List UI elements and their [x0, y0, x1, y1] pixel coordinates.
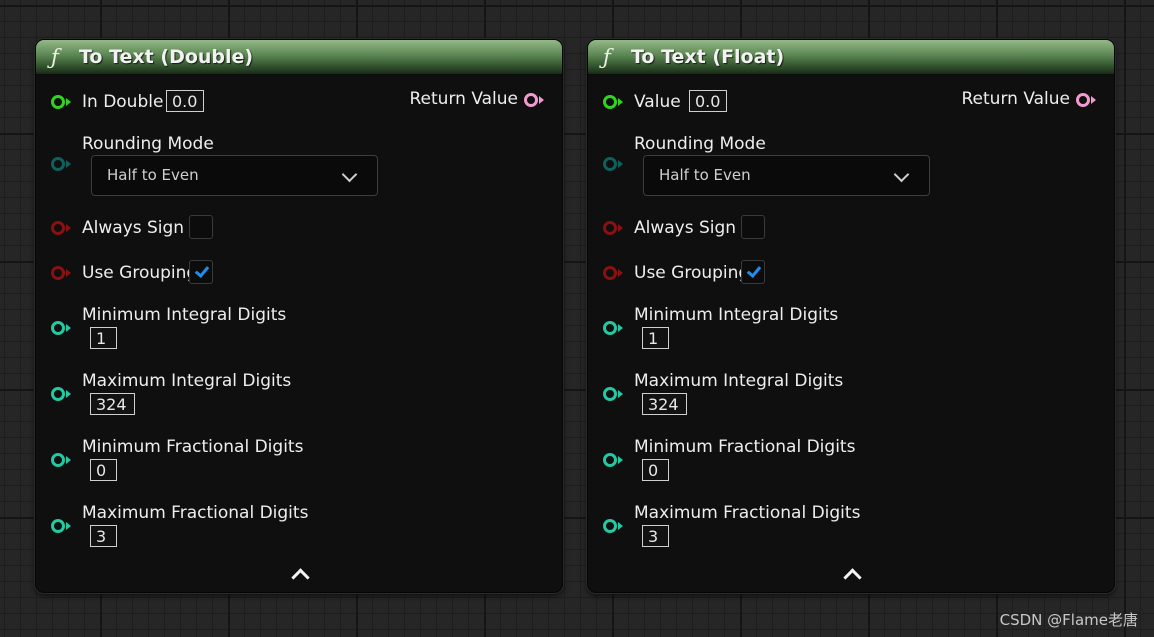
input-pin-use-grouping[interactable]	[51, 265, 71, 281]
output-pin-return-value[interactable]	[1076, 92, 1096, 108]
always-sign-checkbox[interactable]	[741, 215, 765, 239]
min-fractional-digits-field[interactable]: 0	[642, 459, 669, 481]
input-pin-rounding-mode[interactable]	[603, 156, 623, 172]
checkmark-icon	[194, 262, 210, 279]
checkmark-icon	[746, 262, 762, 279]
input-pin-min-fractional-digits[interactable]	[51, 452, 71, 468]
max-integral-digits-label: Maximum Integral Digits	[82, 371, 292, 391]
min-integral-digits-field[interactable]: 1	[642, 327, 669, 349]
max-integral-digits-field[interactable]: 324	[642, 393, 687, 415]
rounding-mode-value: Half to Even	[659, 166, 751, 184]
rounding-mode-dropdown[interactable]: Half to Even	[643, 155, 930, 196]
input-pin-min-integral-digits[interactable]	[603, 320, 623, 336]
value-field[interactable]: 0.0	[689, 90, 727, 112]
chevron-down-icon	[893, 166, 910, 183]
max-integral-digits-label: Maximum Integral Digits	[634, 371, 844, 391]
input-pin-value[interactable]	[603, 94, 623, 110]
input-pin-min-integral-digits[interactable]	[51, 320, 71, 336]
value-label: Value	[634, 92, 681, 112]
function-icon: ƒ	[603, 45, 611, 69]
rounding-mode-label: Rounding Mode	[634, 134, 766, 154]
max-fractional-digits-label: Maximum Fractional Digits	[82, 503, 309, 523]
collapse-advanced-chevron-up-icon[interactable]	[843, 568, 862, 587]
node-header[interactable]: ƒ To Text (Double)	[36, 40, 562, 75]
min-integral-digits-field[interactable]: 1	[90, 327, 117, 349]
collapse-advanced-chevron-up-icon[interactable]	[291, 568, 310, 587]
in-double-label: In Double	[82, 92, 164, 112]
function-icon: ƒ	[51, 45, 59, 69]
return-value-label: Return Value	[961, 89, 1071, 109]
input-pin-max-fractional-digits[interactable]	[603, 518, 623, 534]
use-grouping-checkbox[interactable]	[741, 260, 765, 284]
rounding-mode-label: Rounding Mode	[82, 134, 214, 154]
input-pin-always-sign[interactable]	[51, 220, 71, 236]
use-grouping-checkbox[interactable]	[189, 260, 213, 284]
node-to-text-float[interactable]: ƒ To Text (Float) Value 0.0 Return Value…	[587, 39, 1115, 593]
node-header[interactable]: ƒ To Text (Float)	[588, 40, 1114, 75]
chevron-down-icon	[341, 166, 358, 183]
input-pin-max-fractional-digits[interactable]	[51, 518, 71, 534]
max-fractional-digits-label: Maximum Fractional Digits	[634, 503, 861, 523]
max-fractional-digits-field[interactable]: 3	[90, 525, 117, 547]
node-to-text-double[interactable]: ƒ To Text (Double) In Double 0.0 Return …	[35, 39, 563, 593]
max-integral-digits-field[interactable]: 324	[90, 393, 135, 415]
input-pin-rounding-mode[interactable]	[51, 156, 71, 172]
node-title: To Text (Float)	[631, 46, 785, 68]
rounding-mode-value: Half to Even	[107, 166, 199, 184]
node-title: To Text (Double)	[79, 46, 254, 68]
input-pin-always-sign[interactable]	[603, 220, 623, 236]
min-fractional-digits-label: Minimum Fractional Digits	[82, 437, 304, 457]
min-fractional-digits-label: Minimum Fractional Digits	[634, 437, 856, 457]
min-fractional-digits-field[interactable]: 0	[90, 459, 117, 481]
rounding-mode-dropdown[interactable]: Half to Even	[91, 155, 378, 196]
input-pin-in-double[interactable]	[51, 94, 71, 110]
always-sign-label: Always Sign	[634, 218, 737, 238]
input-pin-max-integral-digits[interactable]	[51, 386, 71, 402]
use-grouping-label: Use Grouping	[634, 263, 750, 283]
input-pin-max-integral-digits[interactable]	[603, 386, 623, 402]
min-integral-digits-label: Minimum Integral Digits	[82, 305, 287, 325]
in-double-value-field[interactable]: 0.0	[166, 90, 204, 112]
input-pin-min-fractional-digits[interactable]	[603, 452, 623, 468]
max-fractional-digits-field[interactable]: 3	[642, 525, 669, 547]
always-sign-label: Always Sign	[82, 218, 185, 238]
use-grouping-label: Use Grouping	[82, 263, 198, 283]
min-integral-digits-label: Minimum Integral Digits	[634, 305, 839, 325]
watermark: CSDN @Flame老唐	[999, 611, 1138, 629]
input-pin-use-grouping[interactable]	[603, 265, 623, 281]
always-sign-checkbox[interactable]	[189, 215, 213, 239]
return-value-label: Return Value	[409, 89, 519, 109]
output-pin-return-value[interactable]	[524, 92, 544, 108]
